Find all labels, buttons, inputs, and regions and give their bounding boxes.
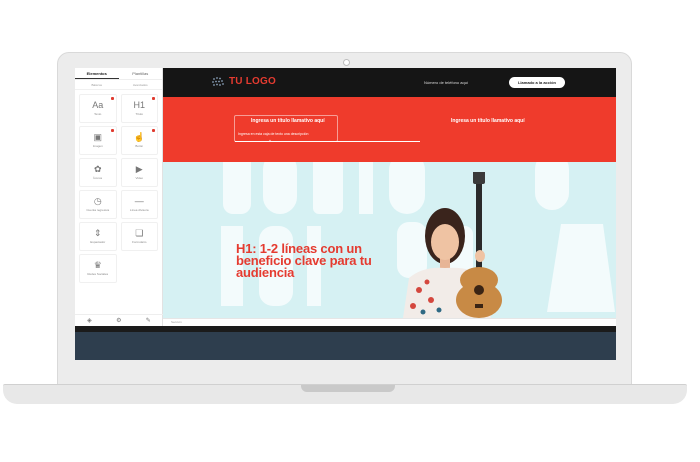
spacer-icon: ⇕: [93, 228, 102, 238]
page-footer: [75, 332, 616, 360]
element-tile-label: Texto: [94, 112, 102, 116]
element-tile[interactable]: H1 Título: [120, 94, 158, 123]
subtab-avanzados[interactable]: Avanzados: [119, 80, 163, 89]
sidebar-toolbar: ◈ ⚙ ✎: [75, 314, 163, 326]
element-tile[interactable]: Aa Texto: [79, 94, 117, 123]
phone-text[interactable]: Número de teléfono aquí: [424, 80, 468, 85]
element-tile-label: Redes Sociales: [87, 272, 109, 276]
woman-with-guitar-image: [403, 172, 502, 318]
band-title-left[interactable]: Ingresa un título llamativo aquí: [251, 118, 325, 124]
landing-header[interactable]: TU LOGO Número de teléfono aquí Llamado …: [163, 68, 616, 97]
sidebar-tabs: Elementos Plantillas: [75, 68, 162, 80]
element-tile[interactable]: ▶ Video: [120, 158, 158, 187]
element-tile-label: Botón: [135, 144, 144, 148]
element-tile-label: Cuenta regresiva: [86, 208, 110, 212]
title-band[interactable]: Ingresa un título llamativo aquí Ingresa…: [163, 97, 616, 162]
element-tile[interactable]: ⇕ Espaciador: [79, 222, 117, 251]
element-tile-label: Línea divisora: [129, 208, 149, 212]
element-tile[interactable]: ♛ Redes Sociales: [79, 254, 117, 283]
element-tile[interactable]: ▣ Imagen: [79, 126, 117, 155]
laptop-screen: Elementos Plantillas Básicos Avanzados A…: [75, 68, 616, 360]
element-tile[interactable]: ◷ Cuenta regresiva: [79, 190, 117, 219]
band-subtitle[interactable]: Ingresa en esta caja de texto una descri…: [238, 132, 308, 136]
image-icon: ▣: [93, 132, 102, 142]
logo-icon: [212, 77, 224, 86]
pin-icon: [152, 97, 155, 100]
video-icon: ▶: [135, 164, 143, 174]
settings-icon[interactable]: ⚙: [116, 317, 121, 324]
social-icon: ♛: [93, 260, 102, 270]
camera-icon: [343, 59, 350, 66]
element-tile[interactable]: ✿ Íconos: [79, 158, 117, 187]
form-icon: ❏: [135, 228, 144, 238]
element-grid: Aa Texto H1 Título ▣ Imagen ☝ Botón ✿ Íconos ▶ Vide…: [75, 90, 162, 287]
element-tile[interactable]: ❏ Formulario: [120, 222, 158, 251]
editor-sidebar: Elementos Plantillas Básicos Avanzados A…: [75, 68, 163, 326]
logo-text: TU LOGO: [229, 76, 276, 87]
heading-icon: H1: [133, 100, 145, 110]
tab-elementos[interactable]: Elementos: [75, 68, 119, 79]
brush-icon[interactable]: ✎: [146, 317, 151, 324]
tab-plantillas[interactable]: Plantillas: [119, 68, 163, 79]
text-cursor-icon: ▲: [268, 138, 272, 143]
call-to-action-button[interactable]: Llamado a la acción: [509, 77, 565, 88]
laptop-notch: [301, 385, 395, 392]
text-icon: Aa: [92, 100, 104, 110]
pin-icon: [110, 97, 114, 100]
band-divider: [235, 141, 420, 142]
section-label: Sección: [171, 320, 182, 324]
element-tile[interactable]: — Línea divisora: [120, 190, 158, 219]
hero-section[interactable]: H1: 1-2 líneas con un beneficio clave pa…: [163, 162, 616, 318]
subtab-basicos[interactable]: Básicos: [75, 80, 119, 89]
element-tile-label: Video: [135, 176, 144, 180]
icons-icon: ✿: [93, 164, 102, 174]
laptop-base: [3, 384, 687, 404]
element-tile-label: Imagen: [92, 144, 103, 148]
hero-headline[interactable]: H1: 1-2 líneas con un beneficio clave pa…: [236, 242, 386, 279]
section-status-bar: Sección: [163, 318, 616, 326]
divider-icon: —: [134, 196, 144, 206]
page-canvas: TU LOGO Número de teléfono aquí Llamado …: [163, 68, 616, 326]
pin-icon: [152, 129, 155, 132]
element-tile-label: Espaciador: [90, 240, 106, 244]
element-tile[interactable]: ☝ Botón: [120, 126, 158, 155]
element-tile-label: Título: [135, 112, 143, 116]
pin-icon: [110, 129, 114, 132]
element-tile-label: Formulario: [132, 240, 147, 244]
sidebar-subtabs: Básicos Avanzados: [75, 80, 162, 90]
countdown-icon: ◷: [93, 196, 102, 206]
button-icon: ☝: [133, 132, 145, 142]
layers-icon[interactable]: ◈: [87, 317, 92, 324]
element-tile-label: Íconos: [93, 176, 103, 180]
band-title-right[interactable]: Ingresa un título llamativo aquí: [451, 118, 525, 124]
